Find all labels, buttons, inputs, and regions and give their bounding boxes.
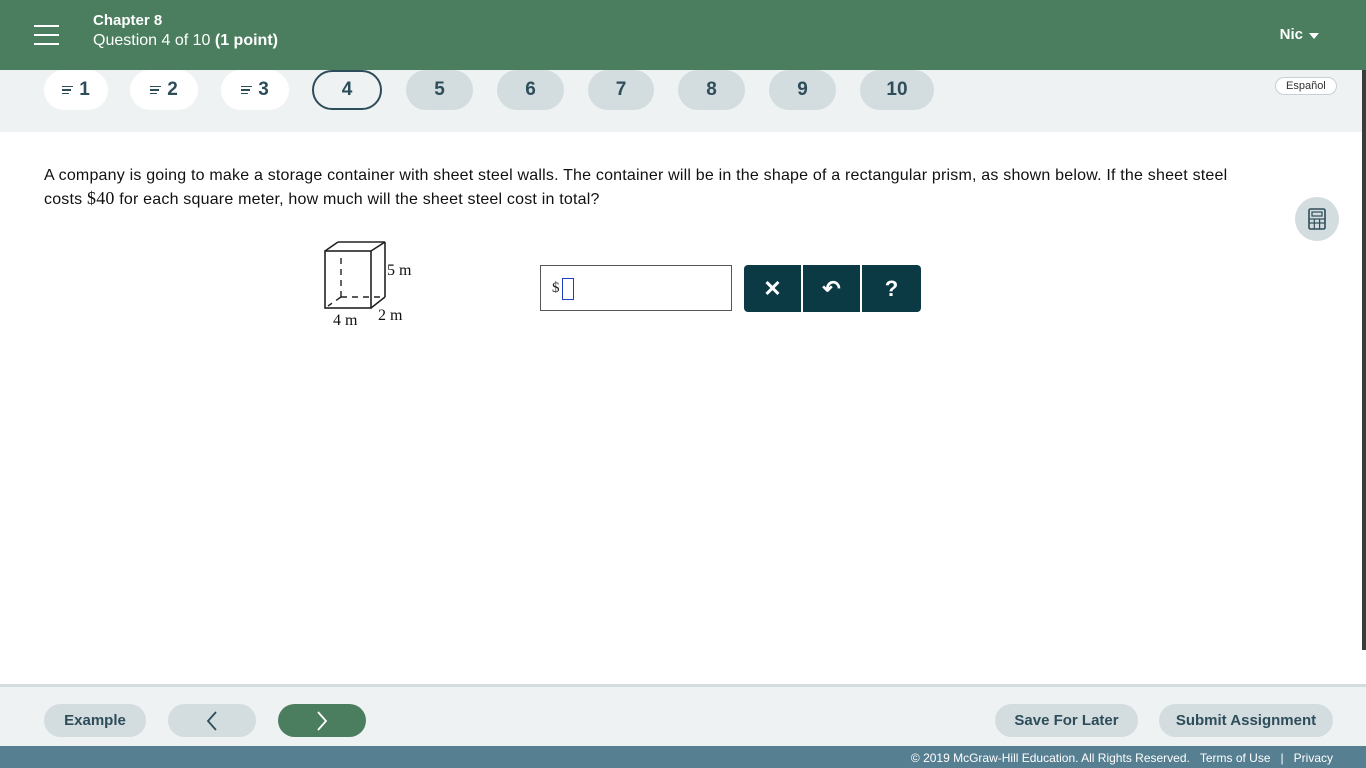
question-pill-label: 9: [797, 79, 808, 100]
question-pill-6[interactable]: 6: [497, 70, 564, 110]
answer-entry-slot[interactable]: [562, 278, 574, 300]
terms-of-use-link[interactable]: Terms of Use: [1200, 751, 1271, 765]
answer-toolbar: ✕ ↶ ?: [744, 265, 921, 312]
answered-icon: [241, 85, 253, 97]
answer-input[interactable]: $: [540, 265, 732, 311]
chevron-down-icon: [1309, 32, 1319, 39]
top-header: Chapter 8 Question 4 of 10 (1 point) Nic: [0, 0, 1366, 70]
save-for-later-button[interactable]: Save For Later: [995, 704, 1138, 737]
question-pill-label: 5: [434, 79, 445, 100]
user-menu[interactable]: Nic: [1280, 26, 1319, 43]
height-label: 5 m: [387, 262, 412, 279]
rectangular-prism-figure: 5 m 4 m 2 m: [320, 240, 430, 335]
question-pill-4[interactable]: 4: [312, 70, 382, 110]
footer-bar: Example Save For Later Submit Assignment: [0, 684, 1366, 746]
language-toggle[interactable]: Español: [1275, 77, 1337, 95]
question-pill-label: 4: [341, 79, 353, 100]
help-icon: ?: [884, 275, 899, 301]
vertical-scrollbar[interactable]: [1362, 70, 1366, 650]
chevron-left-icon: [206, 710, 217, 731]
question-pill-5[interactable]: 5: [406, 70, 473, 110]
previous-button[interactable]: [168, 704, 256, 737]
prompt-text-part2: for each square meter, how much will the…: [114, 191, 600, 208]
chevron-right-icon: [317, 710, 328, 731]
link-separator: |: [1280, 751, 1284, 765]
question-pill-label: 6: [525, 79, 536, 100]
width-label: 4 m: [333, 312, 358, 329]
calculator-button[interactable]: [1295, 197, 1339, 241]
question-pill-label: 8: [706, 79, 717, 100]
question-pill-2[interactable]: 2: [130, 70, 198, 110]
question-pill-label: 1: [79, 79, 90, 100]
question-pill-8[interactable]: 8: [678, 70, 745, 110]
copyright-bar: © 2019 McGraw-Hill Education. All Rights…: [0, 746, 1366, 768]
undo-icon: ↶: [822, 275, 841, 301]
currency-prefix: $: [552, 280, 560, 296]
close-icon: ✕: [763, 275, 782, 301]
next-button[interactable]: [278, 704, 366, 737]
answered-icon: [62, 85, 74, 97]
question-pill-label: 7: [615, 79, 627, 100]
question-pill-label: 3: [258, 79, 269, 100]
user-name: Nic: [1279, 26, 1303, 43]
question-position: Question 4 of 10: [93, 32, 211, 49]
chapter-title: Chapter 8: [93, 12, 163, 29]
help-button[interactable]: ?: [862, 265, 921, 312]
prompt-amount: $40: [87, 188, 115, 208]
question-pill-10[interactable]: 10: [860, 70, 934, 110]
question-pill-label: 10: [886, 79, 908, 100]
submit-assignment-button[interactable]: Submit Assignment: [1159, 704, 1333, 737]
example-button[interactable]: Example: [44, 704, 146, 737]
answered-icon: [150, 85, 162, 97]
question-pill-9[interactable]: 9: [769, 70, 836, 110]
question-pill-label: 2: [167, 79, 178, 100]
question-navigation: 1 2 3 4 5 6 7 8 9 10 Español: [0, 70, 1362, 132]
question-counter: Question 4 of 10 (1 point): [93, 32, 278, 50]
copyright-text: © 2019 McGraw-Hill Education. All Rights…: [910, 751, 1190, 765]
clear-button[interactable]: ✕: [744, 265, 801, 312]
question-pill-3[interactable]: 3: [221, 70, 289, 110]
question-pill-7[interactable]: 7: [588, 70, 654, 110]
undo-button[interactable]: ↶: [803, 265, 860, 312]
question-prompt: A company is going to make a storage con…: [44, 164, 1244, 211]
calculator-icon: [1308, 208, 1326, 230]
question-pill-1[interactable]: 1: [44, 70, 108, 110]
question-points: (1 point): [214, 32, 278, 49]
privacy-link[interactable]: Privacy: [1294, 751, 1333, 765]
prism-drawing: [324, 241, 386, 309]
depth-label: 2 m: [378, 307, 403, 324]
menu-icon[interactable]: [34, 25, 59, 45]
